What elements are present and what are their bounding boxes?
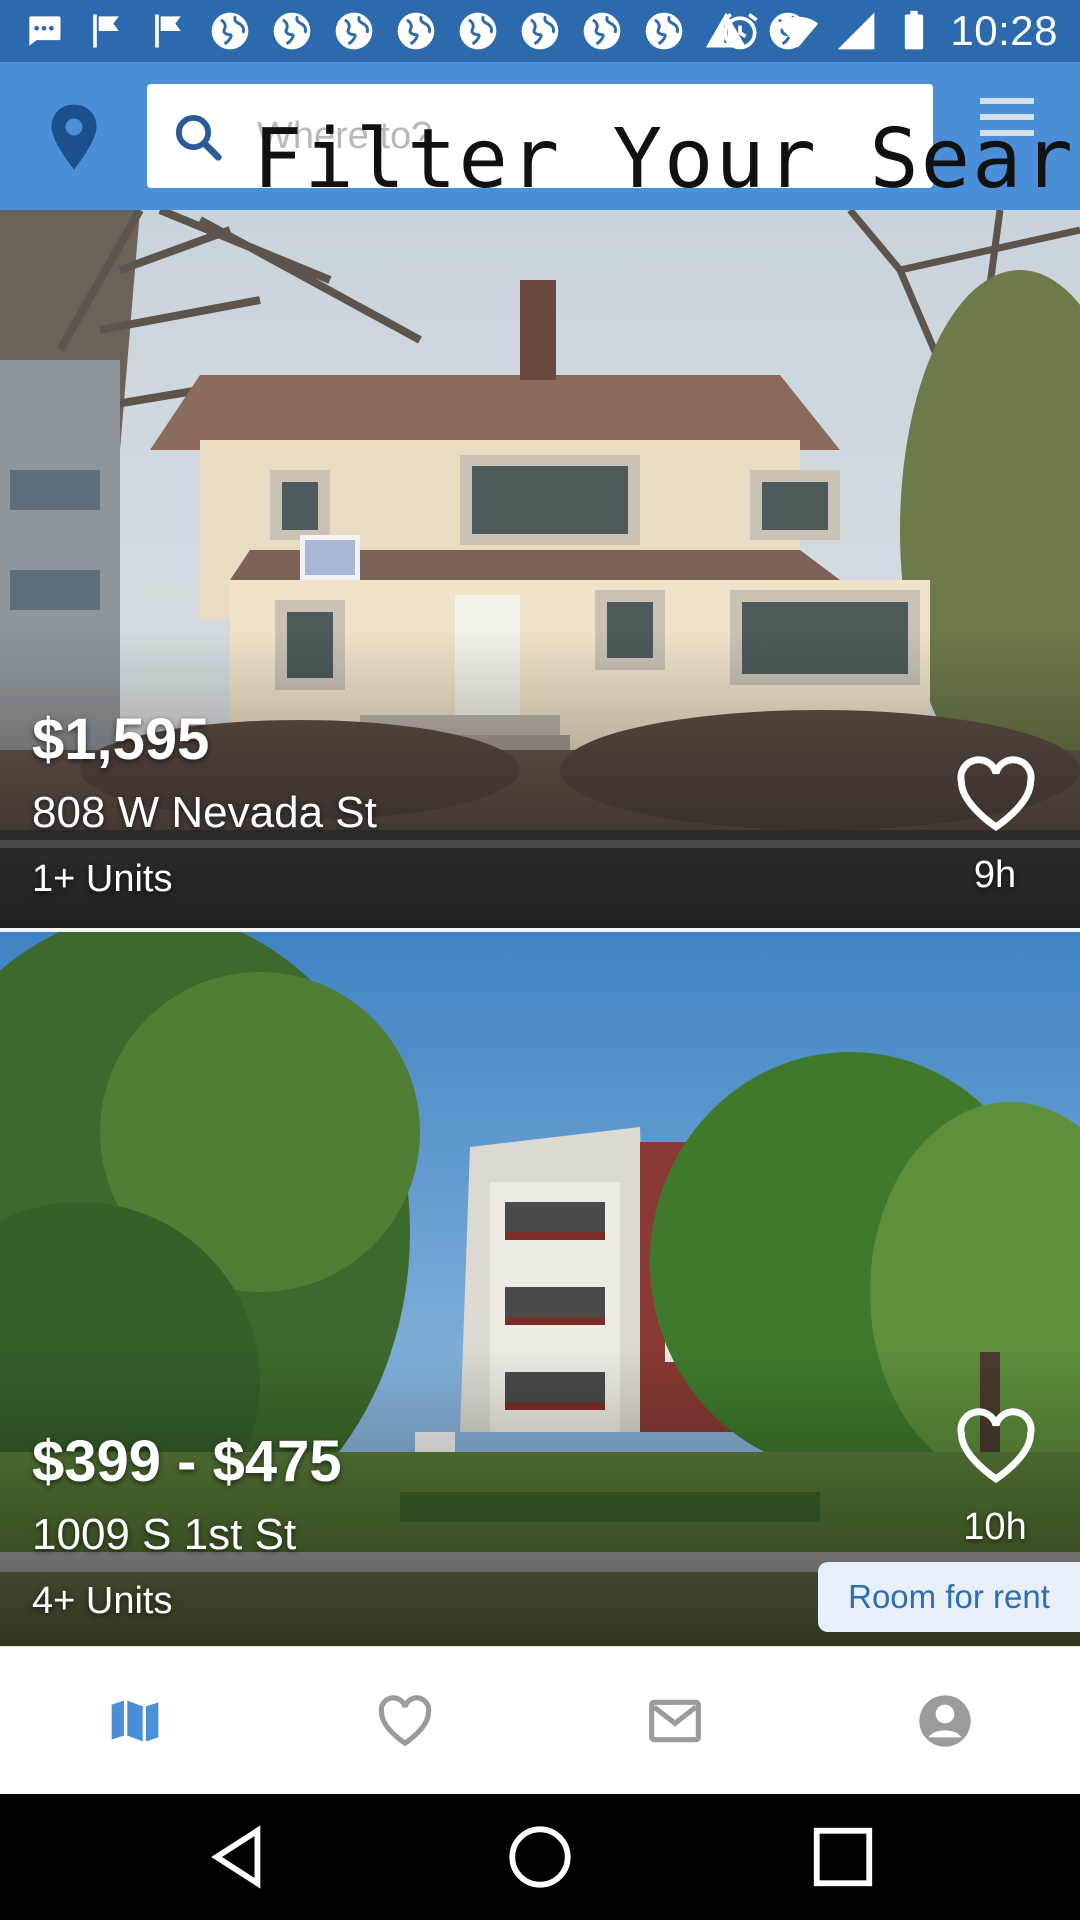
nav-map-tab[interactable] [0,1647,270,1795]
favorite-heart-icon[interactable] [953,756,1039,832]
battery-icon [905,10,924,50]
filter-your-search-label[interactable]: Filter Your Search [253,112,1080,207]
room-for-rent-badge: Room for rent [818,1562,1080,1632]
status-bar: 10:28 [0,0,1080,62]
system-nav-bar [0,1794,1080,1920]
nav-favorites-tab[interactable] [270,1647,540,1795]
profile-icon [919,1695,971,1747]
system-status: 10:28 [718,7,1058,54]
listing-units: 4+ Units [32,1580,173,1622]
listing-card[interactable]: $399 - $475 1009 S 1st St 4+ Units 10h R… [0,932,1080,1646]
alarm-icon [722,13,758,50]
globe-icon [335,12,373,50]
search-icon [175,114,222,161]
nav-messages-tab[interactable] [540,1647,810,1795]
globe-icon [583,12,621,50]
listing-address: 1009 S 1st St [32,1510,297,1559]
signal-icon [838,12,875,50]
flag-icon [155,14,181,48]
chat-bubble-icon [29,16,61,46]
location-pin-icon[interactable] [44,102,104,172]
globe-icon [273,12,311,50]
globe-icon [397,12,435,50]
app-root: 10:28 Filter Your Search [0,0,1080,1920]
flag-icon [93,14,119,48]
listing-units: 1+ Units [32,858,173,900]
listing-age: 9h [973,854,1017,896]
listing-address: 808 W Nevada St [32,788,377,837]
listing-age: 10h [963,1506,1027,1548]
listing-price: $1,595 [32,707,210,772]
recents-icon[interactable] [808,1822,878,1892]
back-icon[interactable] [202,1822,272,1892]
globe-icon [211,12,249,50]
notification-icons [22,10,810,52]
globe-icon [521,12,559,50]
mail-icon [649,1699,701,1743]
listing-card[interactable]: $1,595 808 W Nevada St 1+ Units 9h [0,210,1080,928]
home-icon[interactable] [505,1822,575,1892]
status-time: 10:28 [950,7,1058,54]
listing-price: $399 - $475 [32,1429,342,1494]
globe-icon [645,12,683,50]
nav-profile-tab[interactable] [810,1647,1080,1795]
bottom-nav [0,1646,1080,1794]
wifi-icon [778,16,819,48]
heart-icon [378,1695,432,1747]
top-bar: Filter Your Search [0,62,1080,210]
favorite-heart-icon[interactable] [953,1408,1039,1484]
globe-icon [459,12,497,50]
map-icon [111,1700,159,1745]
